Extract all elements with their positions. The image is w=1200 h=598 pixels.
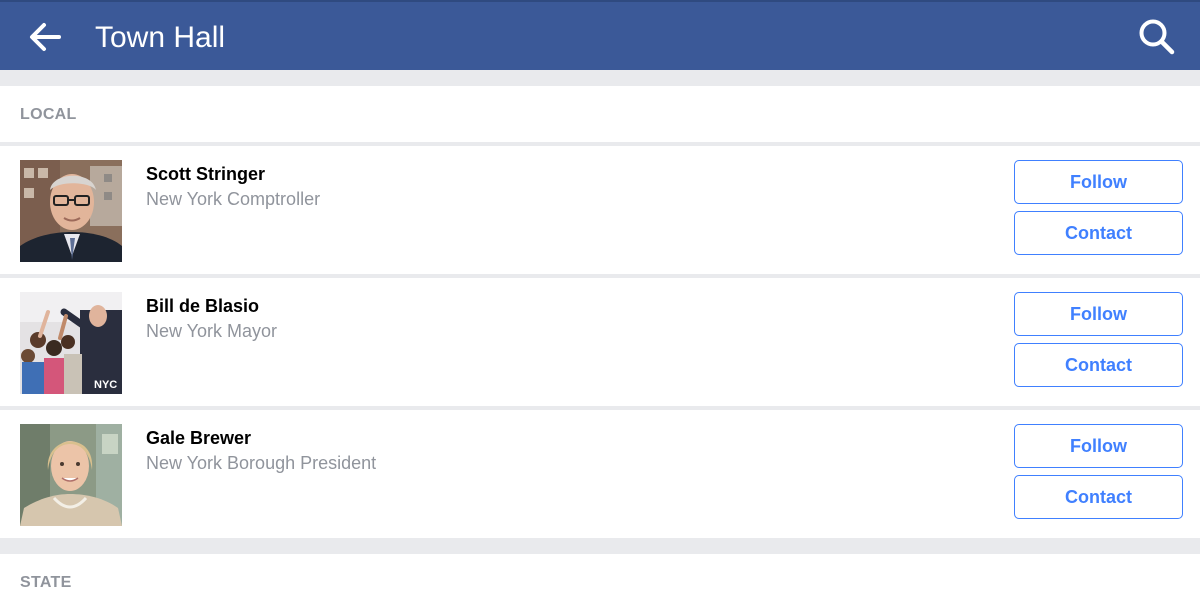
search-icon: [1139, 19, 1175, 55]
official-photo: [20, 424, 122, 526]
official-role: New York Borough President: [146, 453, 377, 473]
official-name: Scott Stringer: [146, 164, 266, 184]
app-header: Town Hall: [0, 0, 1200, 70]
list-item: Scott Stringer New York Comptroller Foll…: [0, 146, 1200, 274]
follow-button[interactable]: Follow: [1014, 424, 1183, 468]
official-role: New York Comptroller: [146, 189, 321, 209]
official-role: New York Mayor: [146, 321, 278, 341]
section-label: STATE: [20, 574, 72, 591]
section-gap: [0, 70, 1200, 86]
follow-button[interactable]: Follow: [1014, 160, 1183, 204]
list-item: NYC Bill de Blasio New York Mayor Follow…: [0, 278, 1200, 406]
contact-button[interactable]: Contact: [1014, 475, 1183, 519]
official-name: Bill de Blasio: [146, 296, 260, 316]
arrow-left-icon: [30, 23, 61, 51]
section-header-state: STATE: [0, 554, 1200, 598]
official-name: Gale Brewer: [146, 428, 252, 448]
page-title: Town Hall: [95, 21, 226, 54]
contact-button[interactable]: Contact: [1014, 211, 1183, 255]
list-item: Gale Brewer New York Borough President F…: [0, 410, 1200, 538]
official-photo: NYC: [20, 292, 122, 394]
follow-button[interactable]: Follow: [1014, 292, 1183, 336]
contact-button[interactable]: Contact: [1014, 343, 1183, 387]
section-gap: [0, 538, 1200, 554]
section-header-local: LOCAL: [0, 86, 1200, 142]
section-label: LOCAL: [20, 106, 77, 123]
search-button[interactable]: [1134, 15, 1180, 59]
back-button[interactable]: [22, 16, 68, 58]
photo-badge: NYC: [94, 379, 117, 391]
official-photo: [20, 160, 122, 262]
